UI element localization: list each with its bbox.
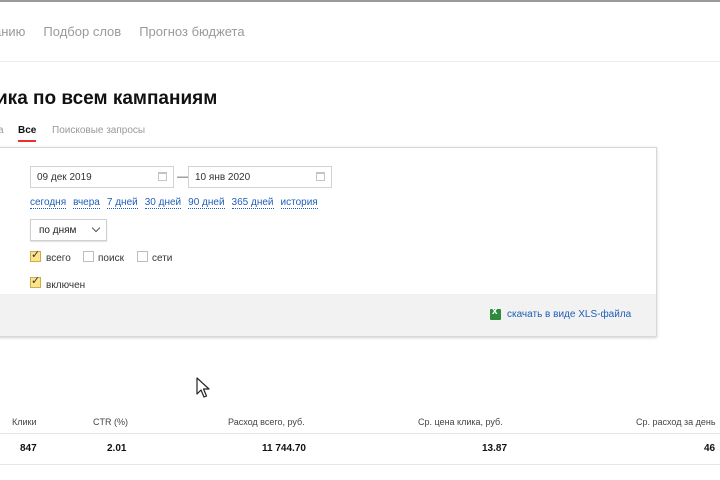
checkbox-networks[interactable] <box>137 251 148 262</box>
tab-partial[interactable]: а <box>0 125 4 136</box>
table-row-divider <box>0 464 720 465</box>
date-from-value: 09 дек 2019 <box>37 172 92 183</box>
date-to-input[interactable]: 10 янв 2020 <box>188 166 332 188</box>
date-range-separator: — <box>177 171 188 183</box>
date-to-value: 10 янв 2020 <box>195 172 251 183</box>
quick-range-history[interactable]: история <box>280 197 318 209</box>
excel-icon[interactable] <box>490 306 501 320</box>
checkbox-enabled-label: включен <box>46 280 86 291</box>
checkbox-total[interactable] <box>30 248 41 262</box>
table-header-avg-daily-spend: Ср. расход за день <box>636 417 716 427</box>
table-cell-total-spend: 11 744.70 <box>262 443 306 454</box>
quick-range-yesterday[interactable]: вчера <box>73 197 100 209</box>
tab-all[interactable]: Все <box>18 125 37 142</box>
calendar-icon[interactable] <box>158 172 167 181</box>
date-from-input[interactable]: 09 дек 2019 <box>30 166 174 188</box>
checkbox-total-label: всего <box>46 253 71 264</box>
table-header-clicks: Клики <box>12 417 37 427</box>
table-cell-ctr: 2.01 <box>107 443 127 454</box>
quick-range-today[interactable]: сегодня <box>30 197 67 209</box>
quick-range-30-days[interactable]: 30 дней <box>144 197 182 209</box>
table-header-avg-cpc: Ср. цена клика, руб. <box>418 417 503 427</box>
quick-range-7-days[interactable]: 7 дней <box>106 197 138 209</box>
checkbox-search[interactable] <box>83 251 94 262</box>
checkbox-search-label: поиск <box>98 253 124 264</box>
table-cell-clicks: 847 <box>20 443 37 454</box>
top-nav-item-word-selection[interactable]: Подбор слов <box>43 24 121 39</box>
table-header-divider <box>0 433 720 434</box>
table-cell-avg-daily-spend: 46 <box>704 443 716 454</box>
quick-range-365-days[interactable]: 365 дней <box>231 197 274 209</box>
grouping-select[interactable]: по дням <box>30 219 107 241</box>
checkbox-networks-label: сети <box>152 253 173 264</box>
table-cell-avg-cpc: 13.87 <box>482 443 508 454</box>
top-nav-item-campaigns[interactable]: анию <box>0 24 25 39</box>
grouping-select-value: по дням <box>39 225 77 236</box>
table-header-ctr: CTR (%) <box>93 417 128 427</box>
page-title: ика по всем кампаниям <box>0 88 218 109</box>
download-xls-link[interactable]: скачать в виде XLS-файла <box>507 309 631 320</box>
quick-range-90-days[interactable]: 90 дней <box>188 197 225 209</box>
quick-date-ranges: сегодня вчера 7 дней 30 дней 90 дней 365… <box>30 197 318 209</box>
top-nav: анию Подбор слов Прогноз бюджета <box>0 24 245 39</box>
table-header-total-spend: Расход всего, руб. <box>228 417 305 427</box>
top-navigation-bar: анию Подбор слов Прогноз бюджета <box>0 0 720 62</box>
checkbox-enabled[interactable] <box>30 274 41 288</box>
calendar-icon[interactable] <box>316 172 325 181</box>
tab-search-queries[interactable]: Поисковые запросы <box>52 125 145 136</box>
chevron-down-icon <box>91 223 101 233</box>
top-nav-item-budget-forecast[interactable]: Прогноз бюджета <box>139 24 244 39</box>
